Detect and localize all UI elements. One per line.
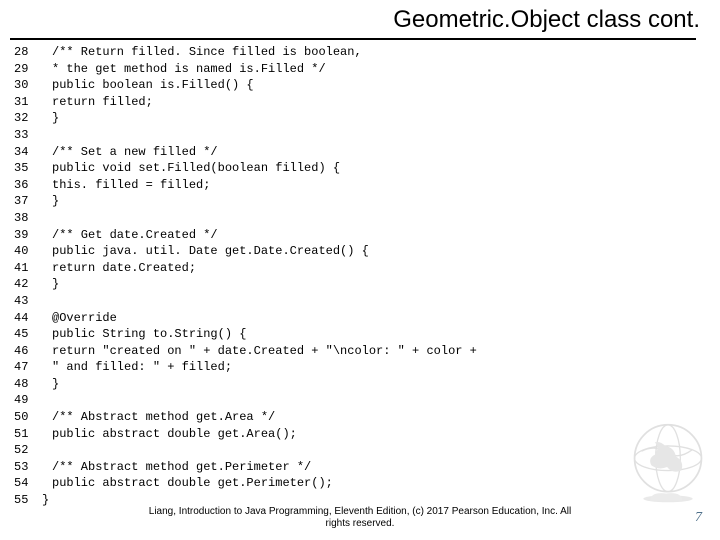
code-line: 47" and filled: " + filled; [14,359,710,376]
globe-icon [624,416,712,504]
line-content: return filled; [52,94,710,111]
line-content: this. filled = filled; [52,177,710,194]
code-block: 28/** Return filled. Since filled is boo… [14,44,710,509]
line-number: 47 [14,359,52,376]
code-line: 52 [14,442,710,459]
code-line: 38 [14,210,710,227]
code-line: 40public java. util. Date get.Date.Creat… [14,243,710,260]
line-number: 36 [14,177,52,194]
line-content: public abstract double get.Perimeter(); [52,475,710,492]
line-number: 45 [14,326,52,343]
line-number: 48 [14,376,52,393]
line-content: } [52,193,710,210]
code-line: 46return "created on " + date.Created + … [14,343,710,360]
line-number: 40 [14,243,52,260]
footer-citation: Liang, Introduction to Java Programming,… [0,506,720,530]
code-line: 32} [14,110,710,127]
code-line: 30public boolean is.Filled() { [14,77,710,94]
line-content: public boolean is.Filled() { [52,77,710,94]
code-line: 29* the get method is named is.Filled */ [14,61,710,78]
line-content [52,293,710,310]
line-content: /** Set a new filled */ [52,144,710,161]
page-number: 7 [695,510,702,526]
line-number: 34 [14,144,52,161]
line-number: 43 [14,293,52,310]
footer-line-2: rights reserved. [326,518,395,529]
slide-title-text: Geometric.Object class cont. [393,6,700,33]
line-number: 39 [14,227,52,244]
line-number: 37 [14,193,52,210]
code-line: 36this. filled = filled; [14,177,710,194]
line-number: 28 [14,44,52,61]
line-content [52,392,710,409]
code-line: 51public abstract double get.Area(); [14,426,710,443]
line-content [52,442,710,459]
line-number: 44 [14,310,52,327]
line-number: 33 [14,127,52,144]
code-line: 37} [14,193,710,210]
line-content: /** Abstract method get.Perimeter */ [52,459,710,476]
slide: Geometric.Object class cont. 28/** Retur… [0,0,720,540]
line-content: } [52,110,710,127]
line-content: /** Get date.Created */ [52,227,710,244]
code-line: 34/** Set a new filled */ [14,144,710,161]
line-content [52,127,710,144]
code-line: 53/** Abstract method get.Perimeter */ [14,459,710,476]
line-content: /** Abstract method get.Area */ [52,409,710,426]
line-content: public void set.Filled(boolean filled) { [52,160,710,177]
code-line: 49 [14,392,710,409]
line-content [52,210,710,227]
line-content: public abstract double get.Area(); [52,426,710,443]
code-line: 35public void set.Filled(boolean filled)… [14,160,710,177]
code-line: 33 [14,127,710,144]
code-line: 42} [14,276,710,293]
line-number: 31 [14,94,52,111]
line-number: 46 [14,343,52,360]
line-content: " and filled: " + filled; [52,359,710,376]
line-number: 53 [14,459,52,476]
code-line: 39/** Get date.Created */ [14,227,710,244]
code-line: 48} [14,376,710,393]
code-line: 44@Override [14,310,710,327]
line-number: 32 [14,110,52,127]
line-content: public String to.String() { [52,326,710,343]
line-content: } [52,376,710,393]
line-number: 54 [14,475,52,492]
code-line: 45public String to.String() { [14,326,710,343]
line-number: 30 [14,77,52,94]
code-line: 31return filled; [14,94,710,111]
line-number: 42 [14,276,52,293]
line-content: } [52,276,710,293]
slide-title: Geometric.Object class cont. [0,6,706,34]
line-content: * the get method is named is.Filled */ [52,61,710,78]
code-line: 28/** Return filled. Since filled is boo… [14,44,710,61]
code-line: 50/** Abstract method get.Area */ [14,409,710,426]
line-content: @Override [52,310,710,327]
line-number: 35 [14,160,52,177]
code-line: 41return date.Created; [14,260,710,277]
line-number: 51 [14,426,52,443]
line-content: /** Return filled. Since filled is boole… [52,44,710,61]
line-content: return date.Created; [52,260,710,277]
line-number: 41 [14,260,52,277]
title-underline [10,38,696,40]
line-number: 50 [14,409,52,426]
code-line: 43 [14,293,710,310]
line-number: 49 [14,392,52,409]
line-content: public java. util. Date get.Date.Created… [52,243,710,260]
line-number: 29 [14,61,52,78]
line-number: 38 [14,210,52,227]
footer-line-1: Liang, Introduction to Java Programming,… [149,506,571,517]
line-content: return "created on " + date.Created + "\… [52,343,710,360]
line-number: 52 [14,442,52,459]
code-line: 54public abstract double get.Perimeter()… [14,475,710,492]
